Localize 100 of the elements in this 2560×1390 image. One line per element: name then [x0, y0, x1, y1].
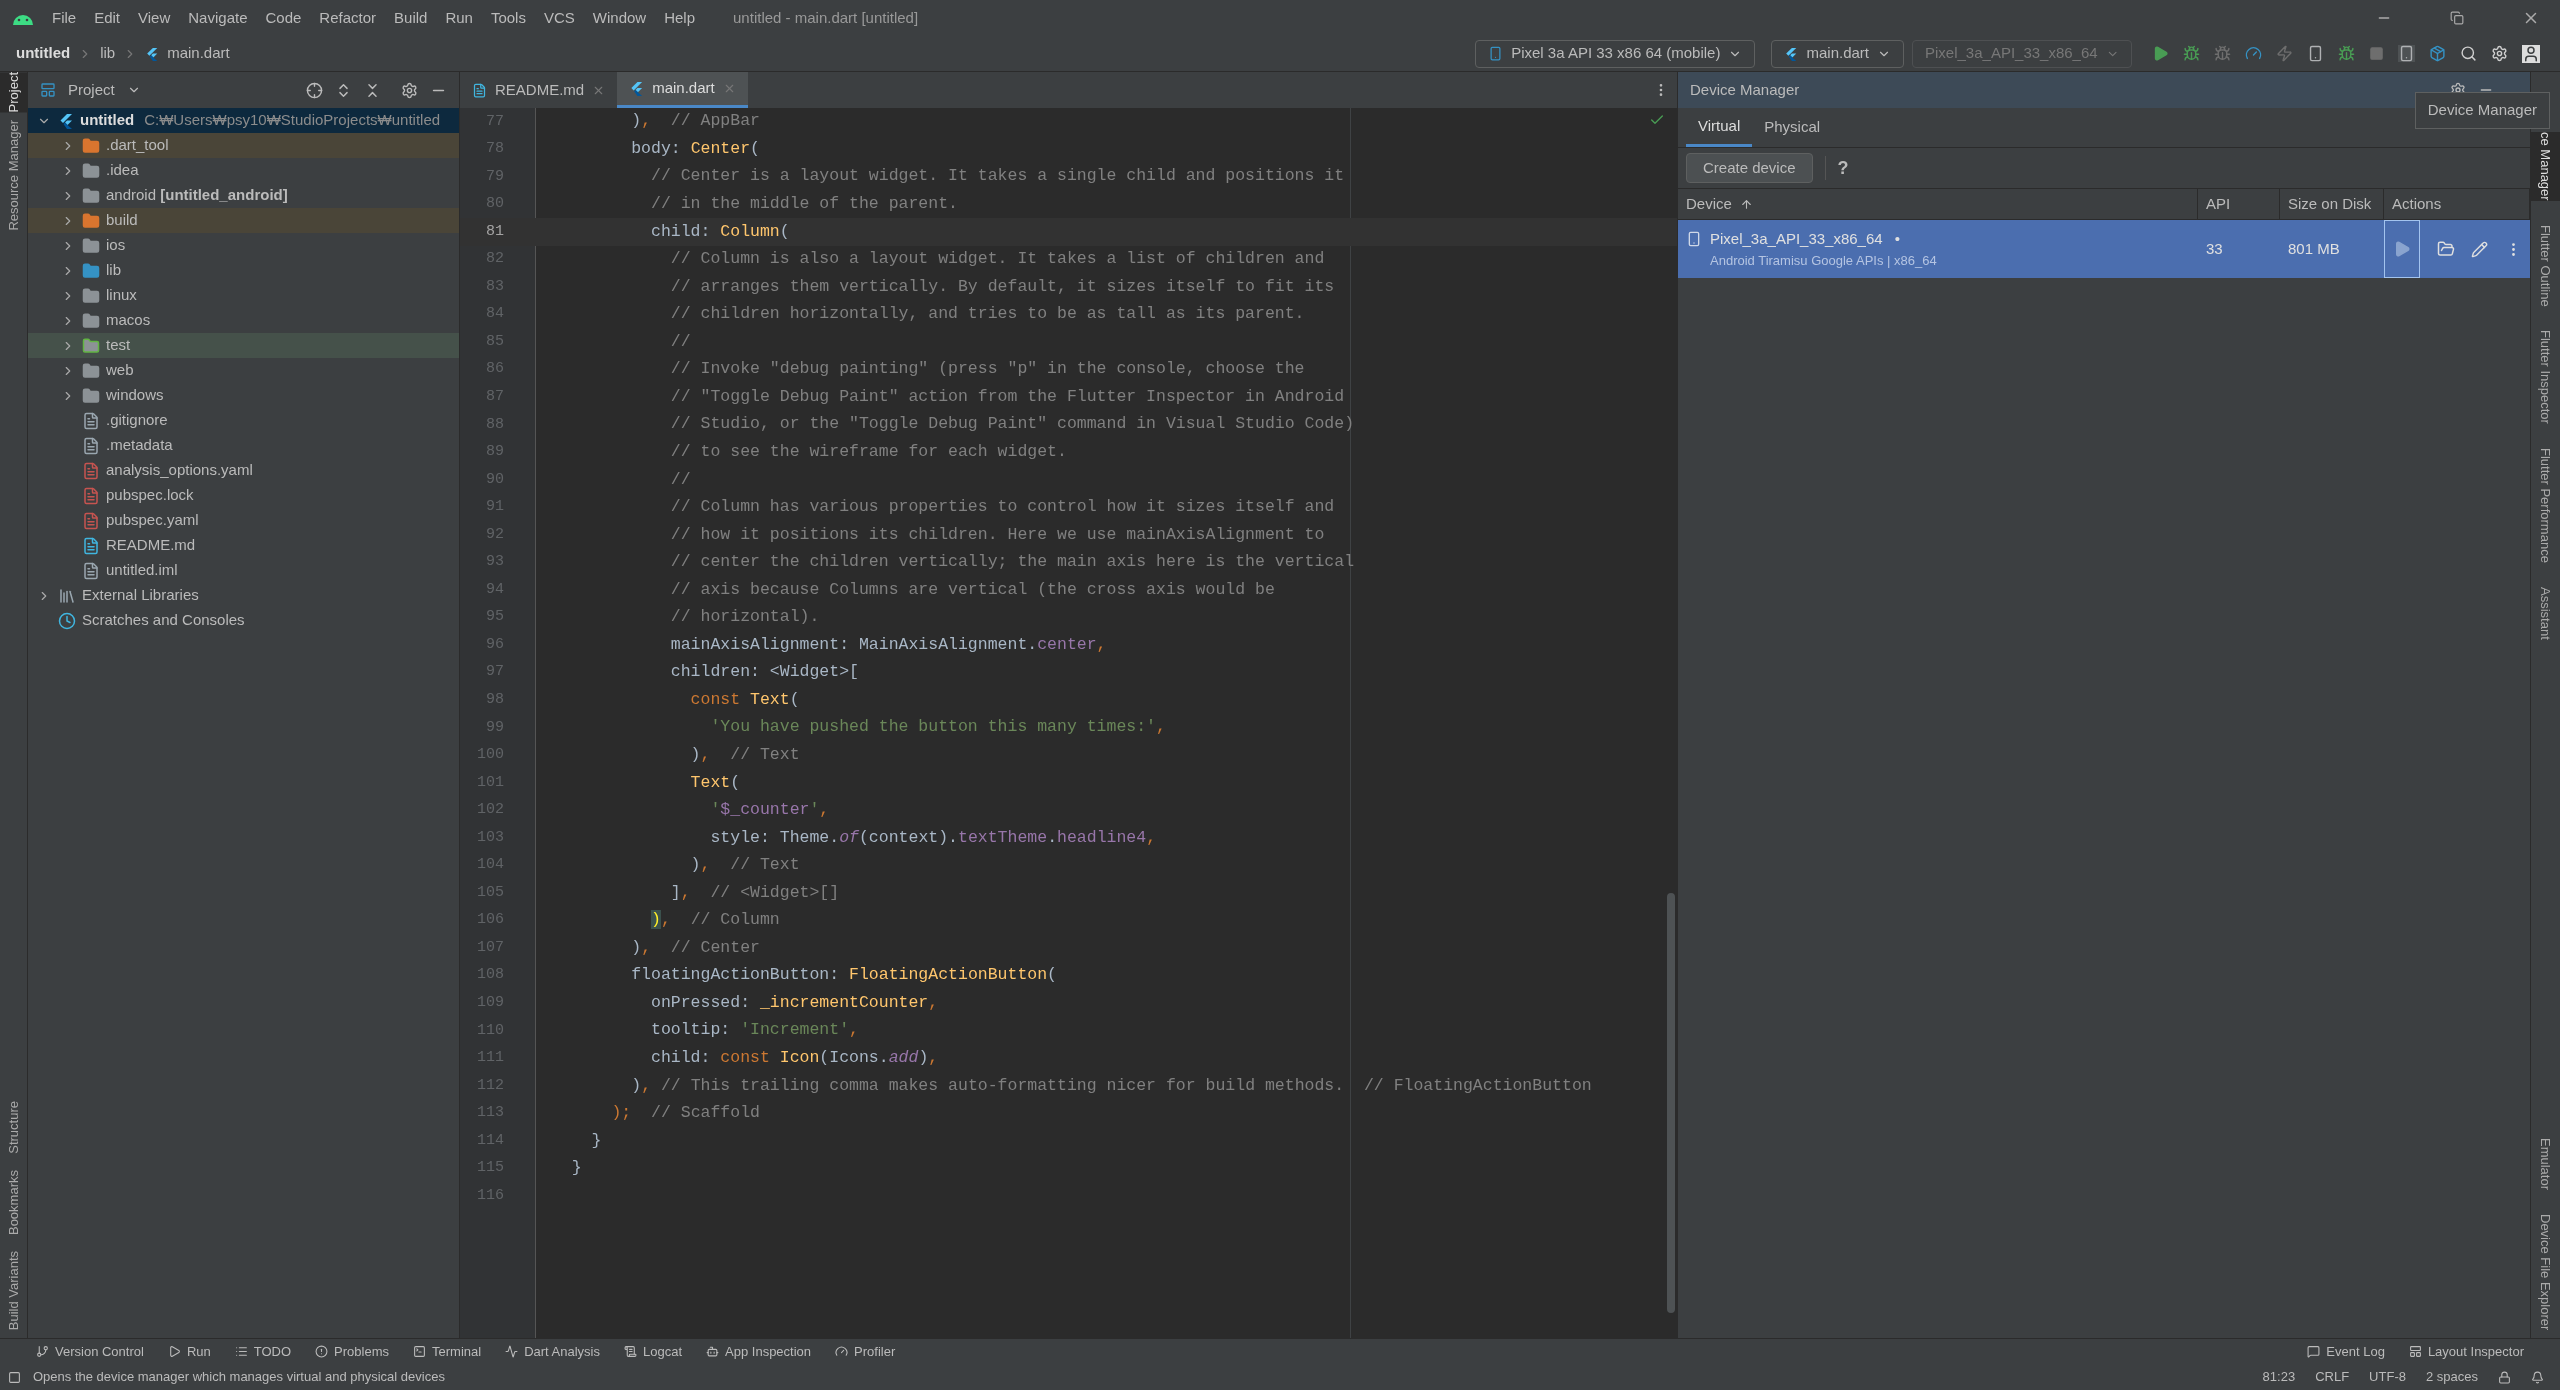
tool-window-tab[interactable]: Build Variants: [0, 1250, 27, 1330]
tree-item[interactable]: .gitignore: [28, 408, 459, 433]
tree-item[interactable]: .metadata: [28, 433, 459, 458]
tool-window-button[interactable]: Version Control: [36, 1341, 144, 1362]
menu-item[interactable]: Help: [664, 6, 696, 30]
status-item[interactable]: CRLF: [2315, 1367, 2350, 1387]
tool-window-button[interactable]: App Inspection: [706, 1341, 812, 1362]
device-manager-icon[interactable]: [2398, 45, 2415, 62]
breadcrumb[interactable]: lib: [100, 42, 116, 65]
menu-item[interactable]: Code: [265, 6, 302, 30]
tree-item[interactable]: ios: [28, 233, 459, 258]
tool-window-tab[interactable]: Resource Manager: [0, 120, 27, 232]
tool-window-tab[interactable]: Flutter Inspector: [2531, 330, 2560, 425]
settings-icon[interactable]: [2491, 45, 2508, 62]
folder-icon[interactable]: [2436, 240, 2455, 258]
column-header[interactable]: Size on Disk: [2280, 189, 2384, 219]
menu-item[interactable]: VCS: [543, 6, 575, 30]
code-line: floatingActionButton: FloatingActionButton(: [630, 964, 1057, 987]
device-row[interactable]: Pixel_3a_API_33_x86_64 • Android Tiramisu Google APIs | x86_64 33 801 MB: [1678, 220, 2530, 278]
lock-icon[interactable]: [2498, 1370, 2511, 1384]
editor-tab[interactable]: README.md: [460, 72, 618, 108]
tree-item[interactable]: test: [28, 333, 459, 358]
tree-item[interactable]: README.md: [28, 533, 459, 558]
tool-window-button[interactable]: Logcat: [624, 1341, 683, 1362]
tool-window-tab[interactable]: ce Manager: [2531, 132, 2560, 201]
tab[interactable]: Physical: [1752, 108, 1833, 147]
help-link[interactable]: ?: [1837, 154, 1849, 182]
run-config-dropdown[interactable]: main.dart: [1771, 39, 1904, 68]
breadcrumb[interactable]: main.dart: [167, 42, 230, 65]
tree-item[interactable]: untitled C:₩Users₩psy10₩StudioProjects₩untitled: [28, 108, 459, 133]
tool-window-tab[interactable]: Flutter Performance: [2531, 448, 2560, 564]
panel-toggle-icon[interactable]: [8, 1370, 21, 1384]
menu-item[interactable]: Tools: [490, 6, 526, 30]
tool-window-button[interactable]: Dart Analysis: [505, 1341, 600, 1362]
apply-changes-icon[interactable]: [2307, 45, 2324, 62]
tab[interactable]: Virtual: [1686, 108, 1753, 147]
tree-item[interactable]: android [untitled_android]: [28, 183, 459, 208]
notifications-icon[interactable]: [2531, 1370, 2544, 1384]
menu-item[interactable]: Navigate: [188, 6, 248, 30]
tree-item[interactable]: .dart_tool: [28, 133, 459, 158]
tool-window-button[interactable]: Terminal: [413, 1341, 482, 1362]
tree-item[interactable]: web: [28, 358, 459, 383]
tree-item[interactable]: linux: [28, 283, 459, 308]
tool-window-button[interactable]: Run: [167, 1341, 211, 1362]
status-item[interactable]: 81:23: [2262, 1367, 2296, 1387]
debug-icon[interactable]: [2183, 45, 2200, 62]
tree-item[interactable]: .idea: [28, 158, 459, 183]
breadcrumb[interactable]: untitled: [16, 42, 71, 65]
menu-item[interactable]: Run: [445, 6, 473, 30]
editor-tab[interactable]: main.dart: [617, 72, 748, 108]
tool-window-button[interactable]: Problems: [315, 1341, 389, 1362]
edit-icon[interactable]: [2471, 240, 2489, 258]
menu-item[interactable]: File: [52, 6, 77, 30]
tool-window-tab[interactable]: Emulator: [2531, 1137, 2560, 1190]
tree-item-label: macos: [106, 310, 151, 331]
menu-item[interactable]: View: [138, 6, 171, 30]
tree-item[interactable]: lib: [28, 258, 459, 283]
tree-item[interactable]: untitled.iml: [28, 558, 459, 583]
tree-item[interactable]: windows: [28, 383, 459, 408]
column-header[interactable]: Device: [1678, 189, 2198, 219]
settings-icon[interactable]: [401, 81, 418, 99]
device-dropdown[interactable]: Pixel 3a API 33 x86 64 (mobile): [1475, 39, 1756, 68]
tool-window-button[interactable]: Profiler: [835, 1341, 896, 1362]
status-item[interactable]: UTF-8: [2369, 1367, 2406, 1387]
tool-window-tab[interactable]: Device File Explorer: [2531, 1213, 2560, 1330]
play-icon[interactable]: [2384, 220, 2420, 278]
sdk-manager-icon[interactable]: [2429, 45, 2446, 62]
scrollbar-thumb[interactable]: [1667, 893, 1675, 1313]
tool-window-button[interactable]: TODO: [234, 1341, 292, 1362]
restore-icon[interactable]: [2450, 11, 2464, 25]
tree-item[interactable]: analysis_options.yaml: [28, 458, 459, 483]
menu-item[interactable]: Window: [592, 6, 647, 30]
tree-item[interactable]: Scratches and Consoles: [28, 608, 459, 633]
column-header[interactable]: Actions: [2384, 189, 2530, 219]
panel-title[interactable]: Project: [68, 78, 115, 102]
status-item[interactable]: 2 spaces: [2425, 1367, 2478, 1387]
code-line: // Column has various properties to control how it sizes itself and: [669, 496, 1335, 519]
tree-item[interactable]: macos: [28, 308, 459, 333]
menu-item[interactable]: Edit: [94, 6, 121, 30]
tool-window-button[interactable]: Event Log: [2307, 1341, 2385, 1362]
create-device-button[interactable]: Create device: [1686, 153, 1813, 183]
locate-icon[interactable]: [306, 81, 323, 99]
tool-window-tab[interactable]: Assistant: [2531, 587, 2560, 640]
tree-item[interactable]: External Libraries: [28, 583, 459, 608]
tree-item[interactable]: build: [28, 208, 459, 233]
run-icon[interactable]: [2152, 45, 2169, 62]
search-icon[interactable]: [2460, 45, 2477, 62]
column-header[interactable]: API: [2198, 189, 2280, 219]
tool-window-tab[interactable]: Bookmarks: [0, 1169, 27, 1235]
tool-window-tab[interactable]: Structure: [0, 1100, 27, 1154]
tool-window-tab[interactable]: Flutter Outline: [2531, 224, 2560, 307]
tree-item[interactable]: pubspec.yaml: [28, 508, 459, 533]
project-view-icon: [40, 82, 56, 98]
tool-window-button[interactable]: Layout Inspector: [2408, 1341, 2524, 1362]
tool-window-tab[interactable]: Project: [0, 72, 27, 113]
profiler-icon[interactable]: [2245, 45, 2262, 62]
menu-item[interactable]: Refactor: [319, 6, 377, 30]
avatar-icon[interactable]: [2522, 44, 2540, 63]
menu-item[interactable]: Build: [394, 6, 428, 30]
tree-item[interactable]: pubspec.lock: [28, 483, 459, 508]
